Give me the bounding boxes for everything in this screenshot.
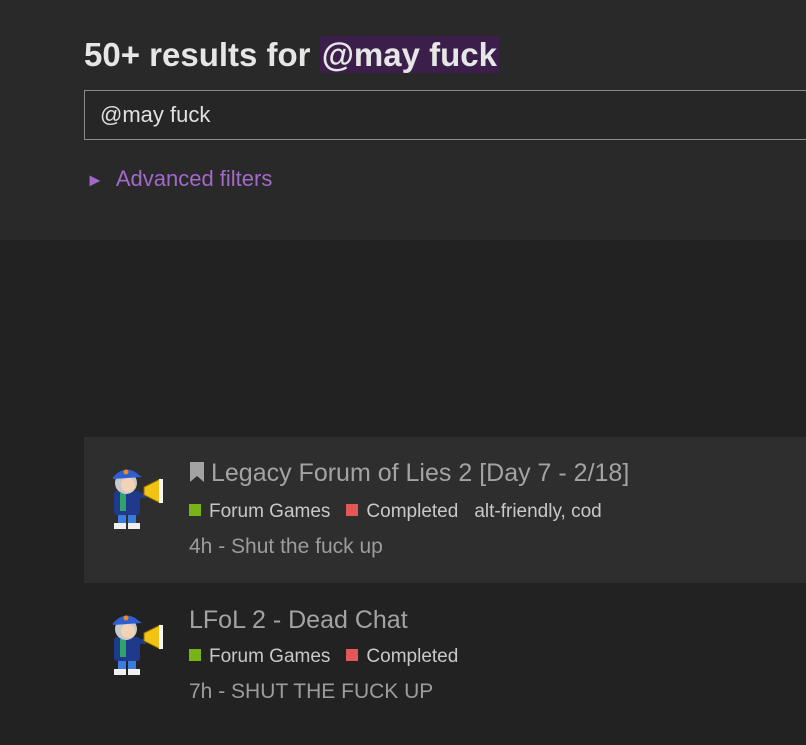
tag-color-square <box>346 649 359 661</box>
tag-color-square <box>346 504 359 516</box>
topic-meta: Forum Games Completed alt-friendly, cod <box>189 500 602 524</box>
post-age: 7h <box>189 680 213 703</box>
user-avatar[interactable] <box>104 459 166 531</box>
topic-tags[interactable]: alt-friendly, cod <box>474 501 601 522</box>
excerpt-text: Shut the fuck up <box>231 535 383 558</box>
category-badge[interactable]: Forum Games <box>189 501 330 522</box>
tag-label: Completed <box>366 501 459 522</box>
bookmark-icon <box>190 462 204 483</box>
results-heading: 50+ results for @may fuck <box>84 34 499 76</box>
post-excerpt[interactable]: 7h - SHUT THE FUCK UP <box>189 679 433 705</box>
advanced-filters-toggle[interactable]: ► Advanced filters <box>86 166 272 193</box>
excerpt-text: SHUT THE FUCK UP <box>231 680 434 703</box>
topic-title-link[interactable]: Legacy Forum of Lies 2 [Day 7 - 2/18] <box>189 457 629 489</box>
tag-label: Completed <box>366 646 459 667</box>
category-label: Forum Games <box>209 646 331 667</box>
post-age: 4h <box>189 535 213 558</box>
user-avatar[interactable] <box>104 605 166 677</box>
search-input[interactable] <box>84 90 806 140</box>
results-count-text: 50+ results for <box>84 36 311 73</box>
avatar-megaphone-icon <box>113 469 163 529</box>
search-result-row[interactable]: LFoL 2 - Dead Chat Forum Games Completed … <box>84 583 806 745</box>
excerpt-separator: - <box>218 680 226 703</box>
highlighted-query: @may fuck <box>319 36 499 73</box>
tag-badge-completed[interactable]: Completed <box>346 646 458 667</box>
search-header: 50+ results for @may fuck ► Advanced filt… <box>0 0 806 240</box>
search-result-row[interactable]: Legacy Forum of Lies 2 [Day 7 - 2/18] Fo… <box>84 437 806 583</box>
category-badge[interactable]: Forum Games <box>189 646 330 667</box>
avatar-megaphone-icon <box>113 615 163 675</box>
tag-badge-completed[interactable]: Completed <box>346 501 458 522</box>
topic-title: Legacy Forum of Lies 2 [Day 7 - 2/18] <box>211 459 630 487</box>
category-color-square <box>189 504 201 516</box>
topic-meta: Forum Games Completed <box>189 645 458 669</box>
advanced-filters-label: Advanced filters <box>115 166 273 191</box>
post-excerpt[interactable]: 4h - Shut the fuck up <box>189 534 383 560</box>
triangle-right-icon: ► <box>86 170 104 190</box>
category-label: Forum Games <box>209 501 331 522</box>
excerpt-separator: - <box>218 535 226 558</box>
category-color-square <box>189 649 201 661</box>
topic-title: LFoL 2 - Dead Chat <box>189 606 408 634</box>
topic-title-link[interactable]: LFoL 2 - Dead Chat <box>189 604 408 636</box>
